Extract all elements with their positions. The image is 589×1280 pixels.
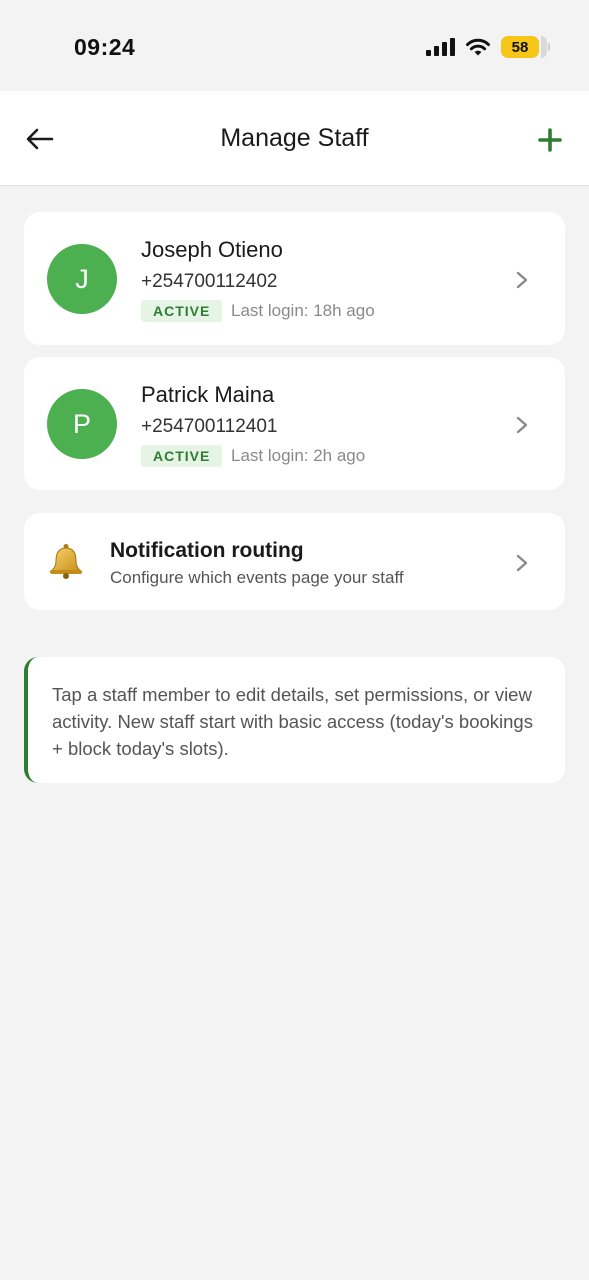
staff-name: Joseph Otieno (141, 237, 283, 262)
status-badge: ACTIVE (141, 445, 223, 467)
info-card: Tap a staff member to edit details, set … (24, 657, 565, 783)
wifi-icon (466, 38, 490, 56)
battery-icon: 58 (501, 36, 550, 58)
staff-phone: +254700112402 (141, 271, 278, 292)
plus-icon (538, 128, 562, 152)
add-staff-button[interactable] (533, 123, 567, 157)
avatar: J (47, 244, 117, 314)
notification-routing-title: Notification routing (110, 539, 304, 562)
info-text: Tap a staff member to edit details, set … (52, 684, 533, 759)
status-time: 09:24 (74, 34, 136, 60)
chevron-right-icon (516, 271, 528, 289)
bell-icon (49, 544, 83, 579)
staff-name: Patrick Maina (141, 382, 275, 407)
staff-card[interactable]: J Joseph Otieno +254700112402 ACTIVE Las… (24, 212, 565, 345)
signal-icon (426, 38, 455, 56)
last-login: Last login: 18h ago (231, 301, 375, 320)
notification-routing-card[interactable]: Notification routing Configure which eve… (24, 513, 565, 610)
status-bar: 09:24 58 (0, 0, 589, 90)
battery-level: 58 (511, 38, 529, 56)
chevron-right-icon (516, 554, 528, 572)
notification-routing-subtitle: Configure which events page your staff (110, 568, 404, 587)
chevron-right-icon (516, 416, 528, 434)
staff-phone: +254700112401 (141, 416, 278, 437)
last-login: Last login: 2h ago (231, 446, 366, 465)
staff-card[interactable]: P Patrick Maina +254700112401 ACTIVE Las… (24, 357, 565, 490)
avatar: P (47, 389, 117, 459)
app-header: Manage Staff (0, 91, 589, 186)
status-badge: ACTIVE (141, 300, 223, 322)
status-icons: 58 (426, 36, 550, 58)
page-title: Manage Staff (220, 124, 369, 152)
